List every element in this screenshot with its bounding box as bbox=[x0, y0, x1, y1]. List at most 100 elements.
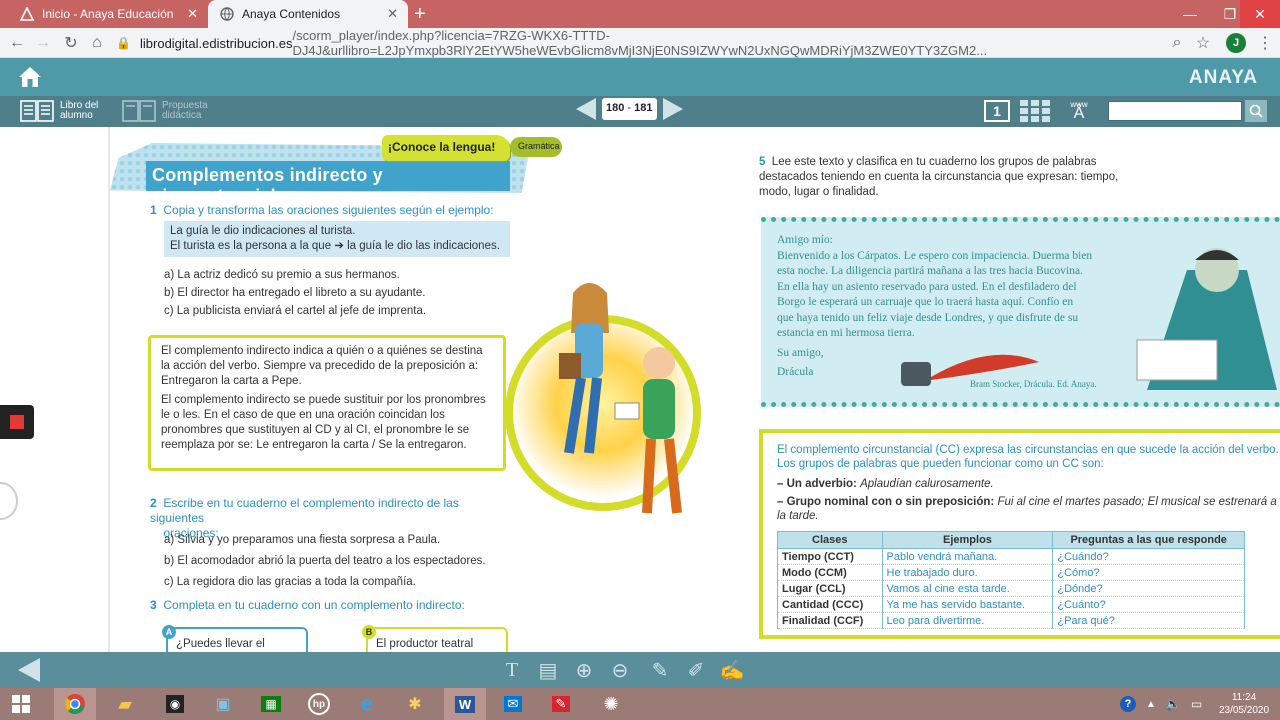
home-icon[interactable] bbox=[18, 66, 42, 88]
zoom-icon[interactable]: ⌕ bbox=[1166, 32, 1188, 54]
table-cell: ¿Cuándo? bbox=[1052, 548, 1245, 565]
cc-classes-table: Clases Ejemplos Preguntas a las que resp… bbox=[777, 531, 1245, 629]
list-item: c) La regidora dio las gracias a toda la… bbox=[164, 576, 416, 588]
app-button[interactable]: ✺ bbox=[590, 688, 632, 720]
list-item: c) La publicista enviará el cartel al je… bbox=[164, 305, 427, 317]
bookmark-star-icon[interactable]: ☆ bbox=[1192, 32, 1214, 54]
cc-bullet-grupo-nominal: – Grupo nominal con o sin preposición: F… bbox=[777, 495, 1280, 523]
kebab-menu-icon[interactable]: ⋮ bbox=[1254, 32, 1276, 54]
text-tool-icon[interactable]: T bbox=[500, 658, 524, 682]
address-bar[interactable]: 🔒 librodigital.edistribucion.es/scorm_pl… bbox=[116, 28, 1216, 58]
page-181: 5 Lee este texto y clasifica en tu cuade… bbox=[755, 127, 1280, 652]
chrome-taskbar-button[interactable] bbox=[54, 688, 96, 720]
pencil-icon[interactable]: ✎ bbox=[648, 658, 672, 682]
camera-icon: ◉ bbox=[165, 695, 185, 713]
acrobat-button[interactable]: ✎ bbox=[540, 688, 582, 720]
grammar-paragraph: El complemento indirecto indica a quién … bbox=[161, 345, 483, 388]
swirl-icon: ✺ bbox=[603, 693, 619, 714]
tab-title: Anaya Contenidos bbox=[242, 7, 341, 21]
taskbar-clock[interactable]: 11:24 23/05/2020 bbox=[1218, 691, 1270, 717]
letter-line: que haya tenido un feliz viaje desde Lon… bbox=[777, 311, 1079, 324]
pdf-icon: ✎ bbox=[551, 696, 571, 712]
zoom-out-icon[interactable]: ⊖ bbox=[608, 658, 632, 682]
volume-icon[interactable]: 🔈 bbox=[1166, 697, 1181, 711]
instruction-text: Copia y transforma las oraciones siguien… bbox=[163, 203, 494, 217]
app-header: ANAYA bbox=[0, 58, 1280, 96]
app-toolbar: Libro del alumno Propuesta didáctica 180… bbox=[0, 96, 1280, 127]
page-number-box[interactable]: 180 - 181 bbox=[602, 98, 657, 120]
annotation-toolbar: T ▤ ⊕ ⊖ ✎ ✐ ✍ bbox=[0, 652, 1280, 688]
exercise-number: 5 bbox=[759, 156, 766, 168]
prev-page-arrow-icon[interactable] bbox=[576, 98, 596, 120]
help-icon[interactable]: ? bbox=[1120, 696, 1136, 712]
file-explorer-button[interactable]: ▰ bbox=[104, 688, 146, 720]
www-links-button[interactable]: www Å bbox=[1066, 100, 1092, 122]
zoom-in-icon[interactable]: ⊕ bbox=[572, 658, 596, 682]
table-cell: He trabajado duro. bbox=[881, 564, 1054, 581]
minimize-icon[interactable]: — bbox=[1170, 0, 1210, 28]
instruction-text: Escribe en tu cuaderno el complemento in… bbox=[150, 496, 459, 525]
clock-date: 23/05/2020 bbox=[1218, 705, 1270, 716]
anaya-a-icon: Å bbox=[1073, 105, 1085, 122]
table-row: Finalidad (CCF) Leo para divertirme. ¿Pa… bbox=[777, 612, 1245, 629]
store-button[interactable]: ▦ bbox=[250, 688, 292, 720]
forward-arrow-icon[interactable]: → bbox=[32, 32, 54, 54]
page-title: Complementos indirecto y circunstancial bbox=[146, 161, 510, 206]
close-icon[interactable]: ✕ bbox=[387, 7, 398, 21]
windows-taskbar: ▰ ◉ ▣ ▦ hp e ✱ W ✉ ✎ ✺ ? ▲ 🔈 ▭ 11:24 23/… bbox=[0, 688, 1280, 720]
book-layout-icon bbox=[122, 100, 156, 122]
grammar-paragraph: El complemento indirecto se puede sustit… bbox=[161, 393, 486, 452]
window-close-icon[interactable]: ✕ bbox=[1240, 0, 1280, 28]
word-button[interactable]: W bbox=[444, 688, 486, 720]
tab-inicio[interactable]: Inicio - Anaya Educación ✕ bbox=[8, 0, 208, 28]
grid-view-icon[interactable] bbox=[1020, 100, 1050, 122]
folder-icon: ▰ bbox=[118, 693, 132, 714]
brush-icon[interactable]: ✍ bbox=[720, 658, 745, 682]
internet-explorer-button[interactable]: e bbox=[346, 688, 388, 720]
remote-desktop-button[interactable]: ▣ bbox=[202, 688, 244, 720]
table-row: Modo (CCM) He trabajado duro. ¿Cómo? bbox=[777, 564, 1245, 581]
exercise-3-instruction: 3 Completa en tu cuaderno con un complem… bbox=[150, 598, 465, 613]
hp-app-button[interactable]: hp bbox=[298, 688, 340, 720]
table-header: Ejemplos bbox=[881, 531, 1054, 549]
next-page-arrow-icon[interactable] bbox=[662, 98, 683, 120]
chevron-up-icon[interactable]: ▲ bbox=[1146, 699, 1156, 710]
letter-closing: Su amigo, bbox=[777, 346, 824, 359]
highlighter-icon[interactable]: ✐ bbox=[684, 658, 708, 682]
close-icon[interactable]: ✕ bbox=[187, 7, 198, 21]
libro-alumno-button[interactable]: Libro del alumno bbox=[20, 100, 112, 122]
camera-app-button[interactable]: ◉ bbox=[154, 688, 196, 720]
back-triangle-icon[interactable] bbox=[18, 658, 40, 682]
prev-page-side-arrow-icon[interactable] bbox=[0, 482, 18, 520]
single-page-view-button[interactable]: 1 bbox=[984, 100, 1010, 122]
reload-icon[interactable]: ↻ bbox=[60, 32, 82, 54]
record-button[interactable] bbox=[0, 405, 34, 439]
table-cell: Lugar (CCL) bbox=[777, 580, 883, 597]
mail-icon: ✉ bbox=[503, 696, 523, 712]
home-icon[interactable]: ⌂ bbox=[86, 32, 108, 54]
search-button[interactable] bbox=[1245, 100, 1267, 122]
letter-line: estancia en mi hermosa tierra. bbox=[777, 327, 915, 339]
back-arrow-icon[interactable]: ← bbox=[6, 32, 28, 54]
bullet-label: – Grupo nominal con o sin preposición: bbox=[777, 496, 995, 508]
url-host: librodigital.edistribucion.es bbox=[140, 35, 293, 51]
paint-button[interactable]: ✱ bbox=[394, 688, 436, 720]
mail-button[interactable]: ✉ bbox=[492, 688, 534, 720]
network-icon[interactable]: ▭ bbox=[1191, 697, 1202, 711]
exercise-number: 3 bbox=[150, 598, 157, 612]
illustration-circle bbox=[505, 283, 701, 514]
windows-logo-icon bbox=[12, 695, 30, 713]
tab-anaya-contenidos[interactable]: Anaya Contenidos ✕ bbox=[208, 0, 408, 28]
profile-avatar[interactable]: J bbox=[1226, 33, 1246, 53]
bullet-label: – Un adverbio: bbox=[777, 478, 857, 490]
start-button[interactable] bbox=[0, 688, 42, 720]
propuesta-didactica-button[interactable]: Propuesta didáctica bbox=[122, 100, 214, 122]
hp-logo-icon: hp bbox=[308, 693, 330, 715]
instruction-text: Lee este texto y clasifica en tu cuadern… bbox=[759, 156, 1119, 198]
lock-icon: 🔒 bbox=[116, 36, 131, 50]
note-tool-icon[interactable]: ▤ bbox=[536, 658, 560, 682]
globe-icon bbox=[220, 7, 234, 21]
search-input[interactable] bbox=[1108, 101, 1242, 121]
new-tab-icon[interactable]: + bbox=[414, 3, 426, 26]
badge-b: B bbox=[362, 625, 376, 639]
